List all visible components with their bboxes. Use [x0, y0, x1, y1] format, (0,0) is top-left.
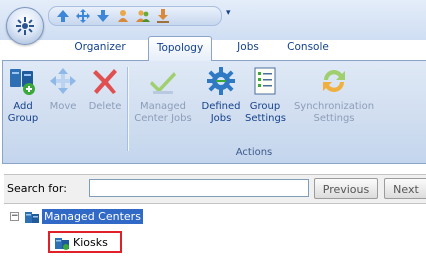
group-settings-label: Group Settings — [245, 101, 287, 124]
tab-organizer[interactable]: Organizer — [70, 36, 130, 58]
previous-button[interactable]: Previous — [314, 178, 378, 199]
highlight-box — [48, 231, 122, 253]
search-label: Search for: — [7, 182, 67, 195]
quick-access-more-button[interactable]: ▾ — [226, 8, 231, 18]
tab-console[interactable]: Console — [282, 36, 334, 58]
download-icon[interactable] — [155, 8, 171, 24]
defined-jobs-label: Defined Jobs — [201, 101, 241, 124]
list-settings-icon — [254, 67, 276, 95]
managed-center-jobs-button[interactable]: Managed Center Jobs — [131, 65, 195, 125]
down-arrow-icon[interactable] — [95, 8, 111, 24]
quick-access-toolbar — [48, 6, 222, 26]
defined-jobs-button[interactable]: Defined Jobs — [199, 65, 243, 125]
move-label: Move — [49, 101, 77, 112]
move-arrows-icon — [50, 68, 76, 94]
synchronization-settings-button[interactable]: Synchronization Settings — [289, 65, 379, 125]
ribbon-group-label: Actions — [235, 147, 273, 158]
ribbon-separator — [127, 67, 129, 151]
application-menu-button[interactable] — [6, 7, 44, 45]
add-group-icon — [10, 69, 35, 95]
delete-button[interactable]: Delete — [87, 65, 123, 113]
tab-topology[interactable]: Topology — [148, 36, 212, 61]
title-bar: ▾ — [0, 0, 426, 40]
checkmark-icon — [150, 72, 176, 94]
move-icon[interactable] — [75, 8, 91, 24]
tree-item-label: Managed Centers — [42, 209, 143, 224]
add-group-button[interactable]: Add Group — [5, 65, 41, 125]
collapse-icon[interactable]: − — [10, 212, 19, 221]
application-gear-icon — [16, 17, 34, 35]
delete-label: Delete — [88, 101, 122, 112]
tab-jobs[interactable]: Jobs — [228, 36, 268, 58]
synchronization-settings-label: Synchronization Settings — [293, 101, 375, 124]
add-group-label: Add Group — [7, 101, 39, 124]
new-user-icon[interactable] — [115, 8, 131, 24]
group-settings-button[interactable]: Group Settings — [245, 65, 287, 125]
ribbon-panel: Add Group Move Delete Managed Center Job… — [2, 60, 426, 164]
search-input[interactable] — [89, 179, 309, 197]
up-arrow-icon[interactable] — [55, 8, 71, 24]
next-button[interactable]: Next — [384, 178, 426, 199]
sync-arrows-icon — [323, 70, 345, 92]
gear-icon — [207, 67, 235, 95]
managed-center-jobs-label: Managed Center Jobs — [134, 101, 192, 124]
users-icon[interactable] — [135, 8, 151, 24]
managed-centers-icon — [25, 212, 39, 223]
delete-x-icon — [93, 69, 117, 94]
move-button[interactable]: Move — [45, 65, 81, 113]
tree-item-managed-centers[interactable]: − Managed Centers — [0, 208, 200, 226]
app-window: ▾ Organizer Topology Jobs Console Add Gr… — [0, 0, 426, 257]
search-bar: Search for: Previous Next — [4, 174, 426, 204]
